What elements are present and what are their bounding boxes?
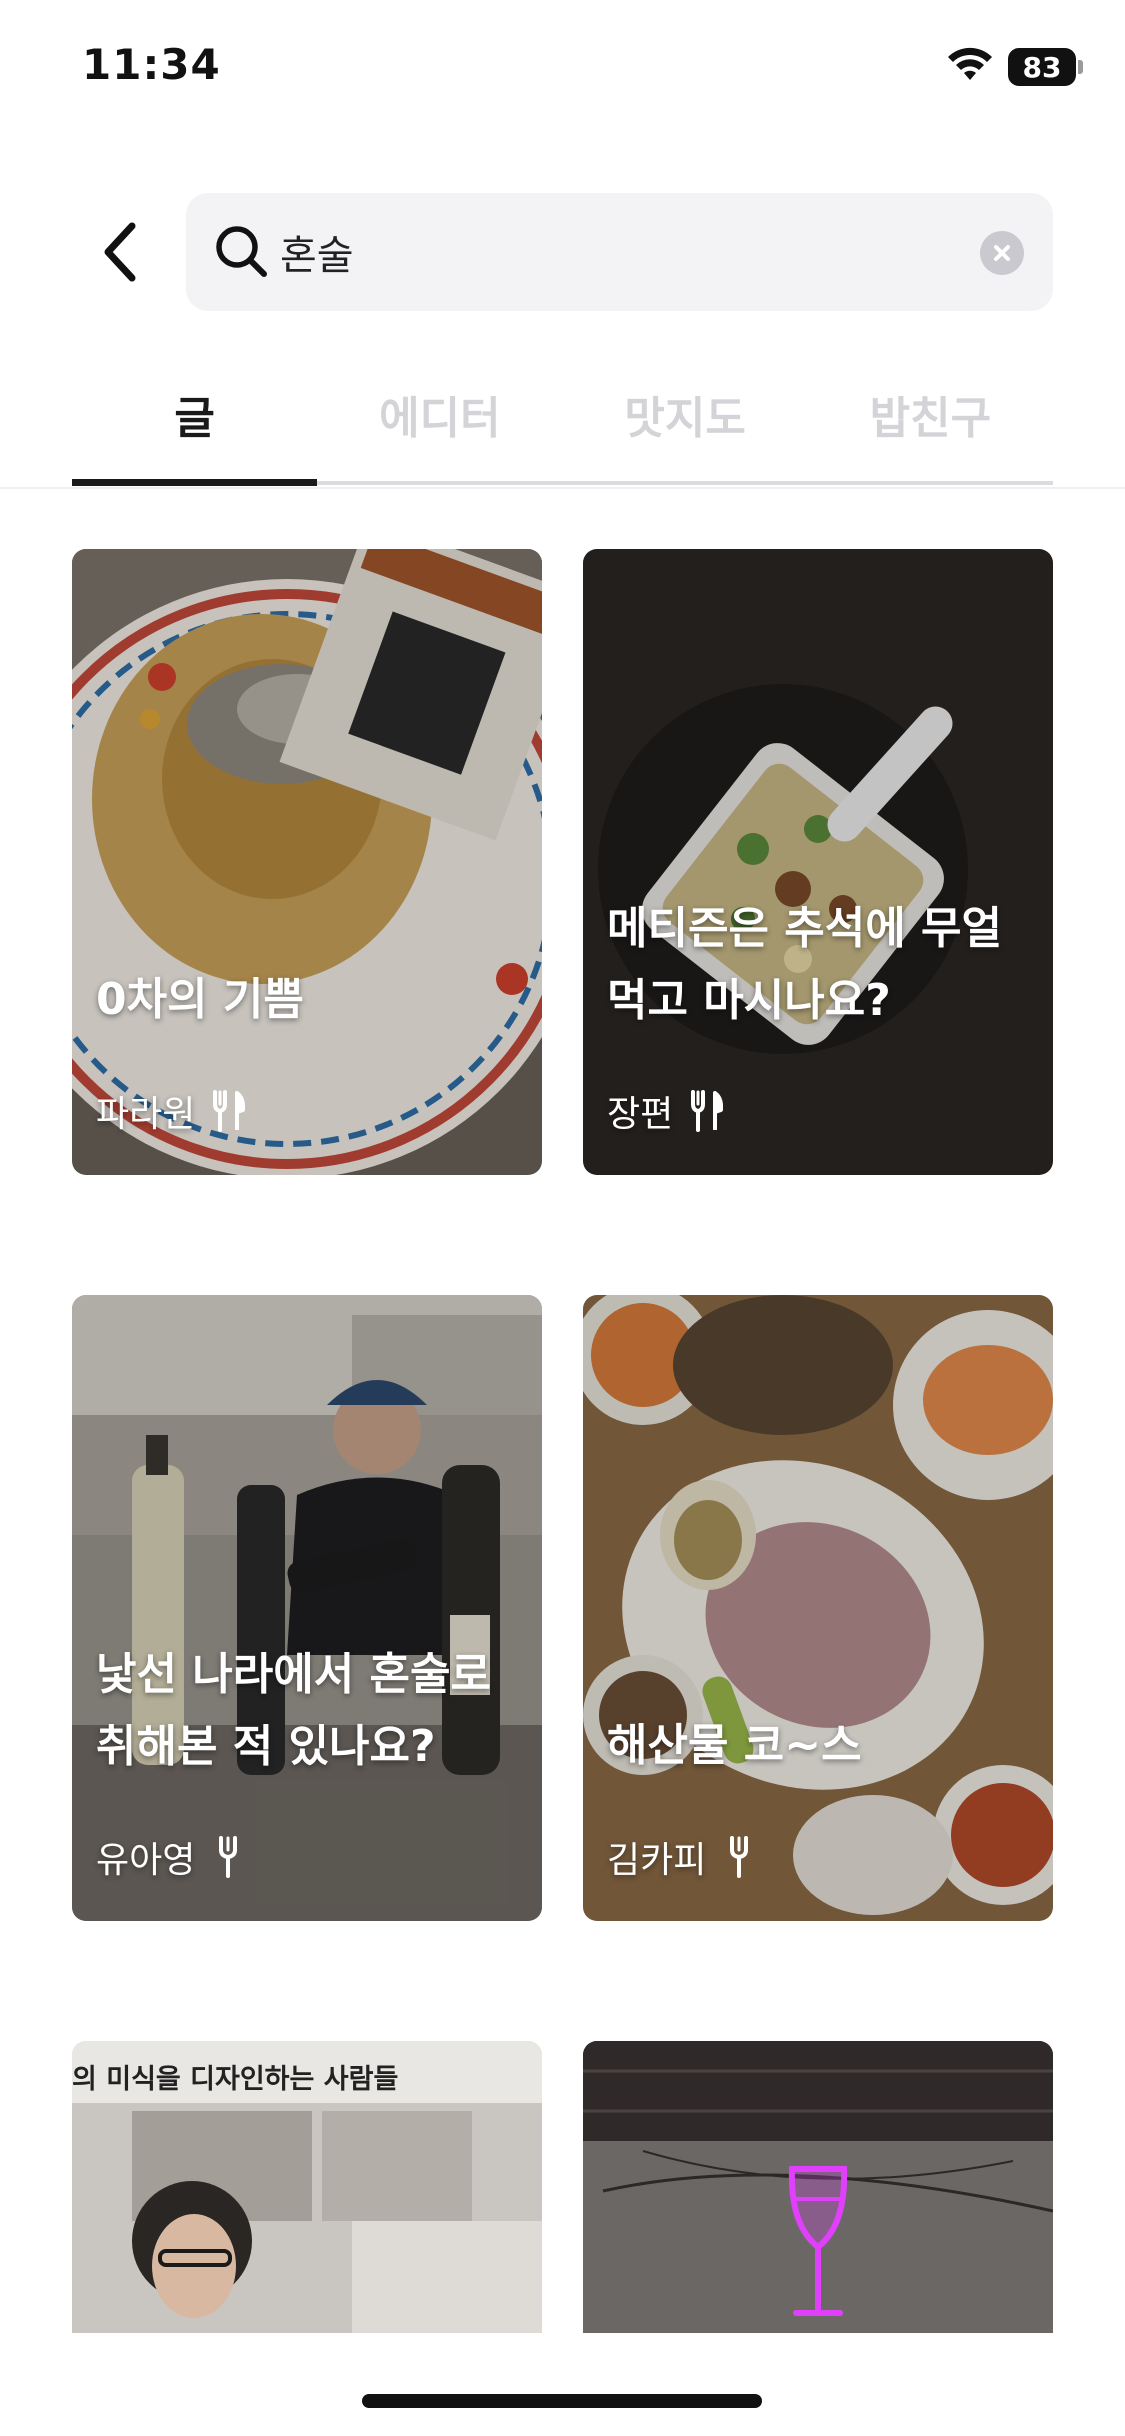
tab-food-map[interactable]: 맛지도 — [563, 360, 808, 488]
home-indicator[interactable] — [362, 2394, 762, 2408]
card-title: 메티즌은 추석에 무얼 먹고 마시나요? — [607, 903, 1002, 1026]
card-overlay — [583, 1295, 1053, 1921]
back-chevron-icon — [104, 222, 136, 282]
tab-meal-buddy[interactable]: 밥친구 — [808, 360, 1053, 488]
clear-icon — [994, 245, 1010, 261]
tab-posts[interactable]: 글 — [72, 360, 317, 488]
fork-knife-icon — [213, 1090, 246, 1132]
card-author: 김카피 — [607, 1840, 707, 1881]
card-meta: 파라원 — [96, 1085, 246, 1137]
card-overlay — [72, 1295, 542, 1921]
card-meta: 유아영 — [96, 1831, 245, 1883]
tab-editors[interactable]: 에디터 — [317, 360, 562, 488]
back-button[interactable] — [90, 215, 150, 289]
card-overlay — [72, 549, 542, 1175]
fork-icon — [730, 1836, 749, 1878]
battery-level: 83 — [1022, 50, 1062, 84]
fork-knife-icon — [691, 1090, 724, 1132]
card-author: 파라원 — [96, 1094, 196, 1135]
card-title: 0차의 기쁨 — [96, 974, 304, 1025]
header-divider — [0, 487, 1125, 489]
card-meta: 김카피 — [607, 1831, 756, 1883]
tab-bar: 글 에디터 맛지도 밥친구 — [72, 360, 1053, 488]
article-card[interactable]: 0차의 기쁨 파라원 — [72, 549, 542, 1175]
article-card[interactable]: 의 미식을 디자인하는 사람들 — [72, 2041, 542, 2333]
article-card[interactable]: 메티즌은 추석에 무얼 먹고 마시나요? 장편 — [583, 549, 1053, 1175]
article-card[interactable]: 해산물 코~스 김카피 — [583, 1295, 1053, 1921]
clear-search-button[interactable] — [980, 231, 1024, 275]
neon-wine-glass-icon — [788, 2166, 848, 2316]
search-icon — [216, 226, 267, 277]
card-caption: 의 미식을 디자인하는 사람들 — [72, 2064, 399, 2095]
status-bar: 11:34 83 — [0, 0, 1125, 140]
active-tab-indicator — [72, 479, 317, 486]
battery-tip — [1078, 60, 1083, 74]
status-time: 11:34 — [82, 40, 221, 89]
article-card[interactable]: 낯선 나라에서 혼술로 취해본 적 있나요? 유아영 — [72, 1295, 542, 1921]
search-box[interactable] — [186, 193, 1053, 311]
card-author: 장편 — [607, 1094, 674, 1135]
search-input[interactable] — [280, 193, 960, 311]
article-card[interactable] — [583, 2041, 1053, 2333]
card-author: 유아영 — [96, 1840, 196, 1881]
card-title: 해산물 코~스 — [607, 1720, 862, 1771]
battery-icon: 83 — [1008, 48, 1076, 86]
card-meta: 장편 — [607, 1085, 724, 1137]
wifi-icon — [948, 47, 992, 80]
card-overlay — [583, 549, 1053, 1175]
card-title: 낯선 나라에서 혼술로 취해본 적 있나요? — [96, 1649, 491, 1772]
fork-icon — [219, 1836, 238, 1878]
